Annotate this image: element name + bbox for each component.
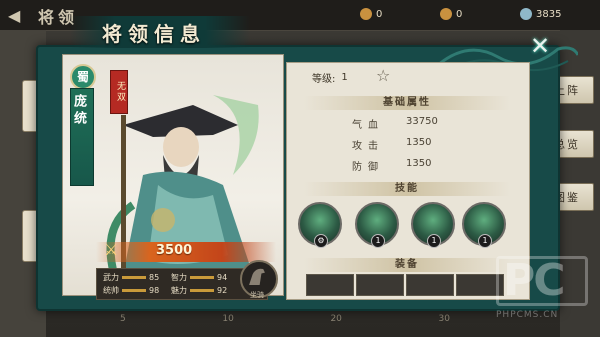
attr-row: 攻击 1350 (352, 137, 432, 152)
stat-bar (190, 276, 214, 279)
stat-bar (122, 276, 146, 279)
close-x-icon[interactable]: ✕ (528, 34, 552, 58)
resource-3: 3835 (520, 8, 561, 20)
skill-slot[interactable]: ⚙ (298, 202, 342, 248)
equipment-header: 装备 (304, 258, 510, 272)
skill-slot[interactable]: 1 (411, 202, 455, 248)
stat-item: 统帅 98 (103, 286, 160, 295)
skill-slot[interactable]: 1 (462, 202, 506, 248)
level-row: 等级: 1 (312, 72, 348, 85)
watermark: PC PHPCMS.CN (496, 256, 592, 326)
skill-slot[interactable]: 1 (355, 202, 399, 248)
dialog-title: 将领信息 (102, 22, 206, 46)
gem-icon (520, 8, 532, 20)
mount-label: 坐骑 (250, 291, 264, 299)
star-icon: ☆ (376, 66, 391, 85)
power-value: 3500 (156, 243, 193, 258)
resource-1: 0 (360, 8, 382, 20)
watermark-logo: PC (496, 256, 588, 306)
stat-bar (190, 289, 214, 292)
skills-header: 技能 (304, 182, 510, 196)
horse-icon (249, 268, 265, 285)
power-sword-icon: ⚔ (104, 240, 119, 259)
equipment-slot[interactable] (406, 274, 454, 296)
faction-badge: 蜀 (70, 64, 96, 90)
attr-row: 防御 1350 (352, 158, 432, 173)
coin-icon (360, 8, 372, 20)
stat-bar (122, 289, 146, 292)
hero-name: 庞统 (71, 94, 86, 128)
equipment-slot[interactable] (356, 274, 404, 296)
stat-item: 智力 94 (171, 273, 228, 282)
stat-item: 魅力 92 (171, 286, 228, 295)
attr-row: 气血 33750 (352, 116, 438, 131)
resource-2: 0 (440, 8, 462, 20)
rank-tag: 无双 (110, 70, 128, 114)
coin-icon (440, 8, 452, 20)
basic-attrs-header: 基础属性 (304, 96, 510, 110)
equipment-slot[interactable] (306, 274, 354, 296)
bottom-numbers: 5 10 20 30 (120, 314, 450, 324)
stat-item: 武力 85 (103, 273, 160, 282)
watermark-site: PHPCMS.CN (496, 310, 559, 320)
back-arrow-icon[interactable]: ◀ (8, 6, 26, 25)
